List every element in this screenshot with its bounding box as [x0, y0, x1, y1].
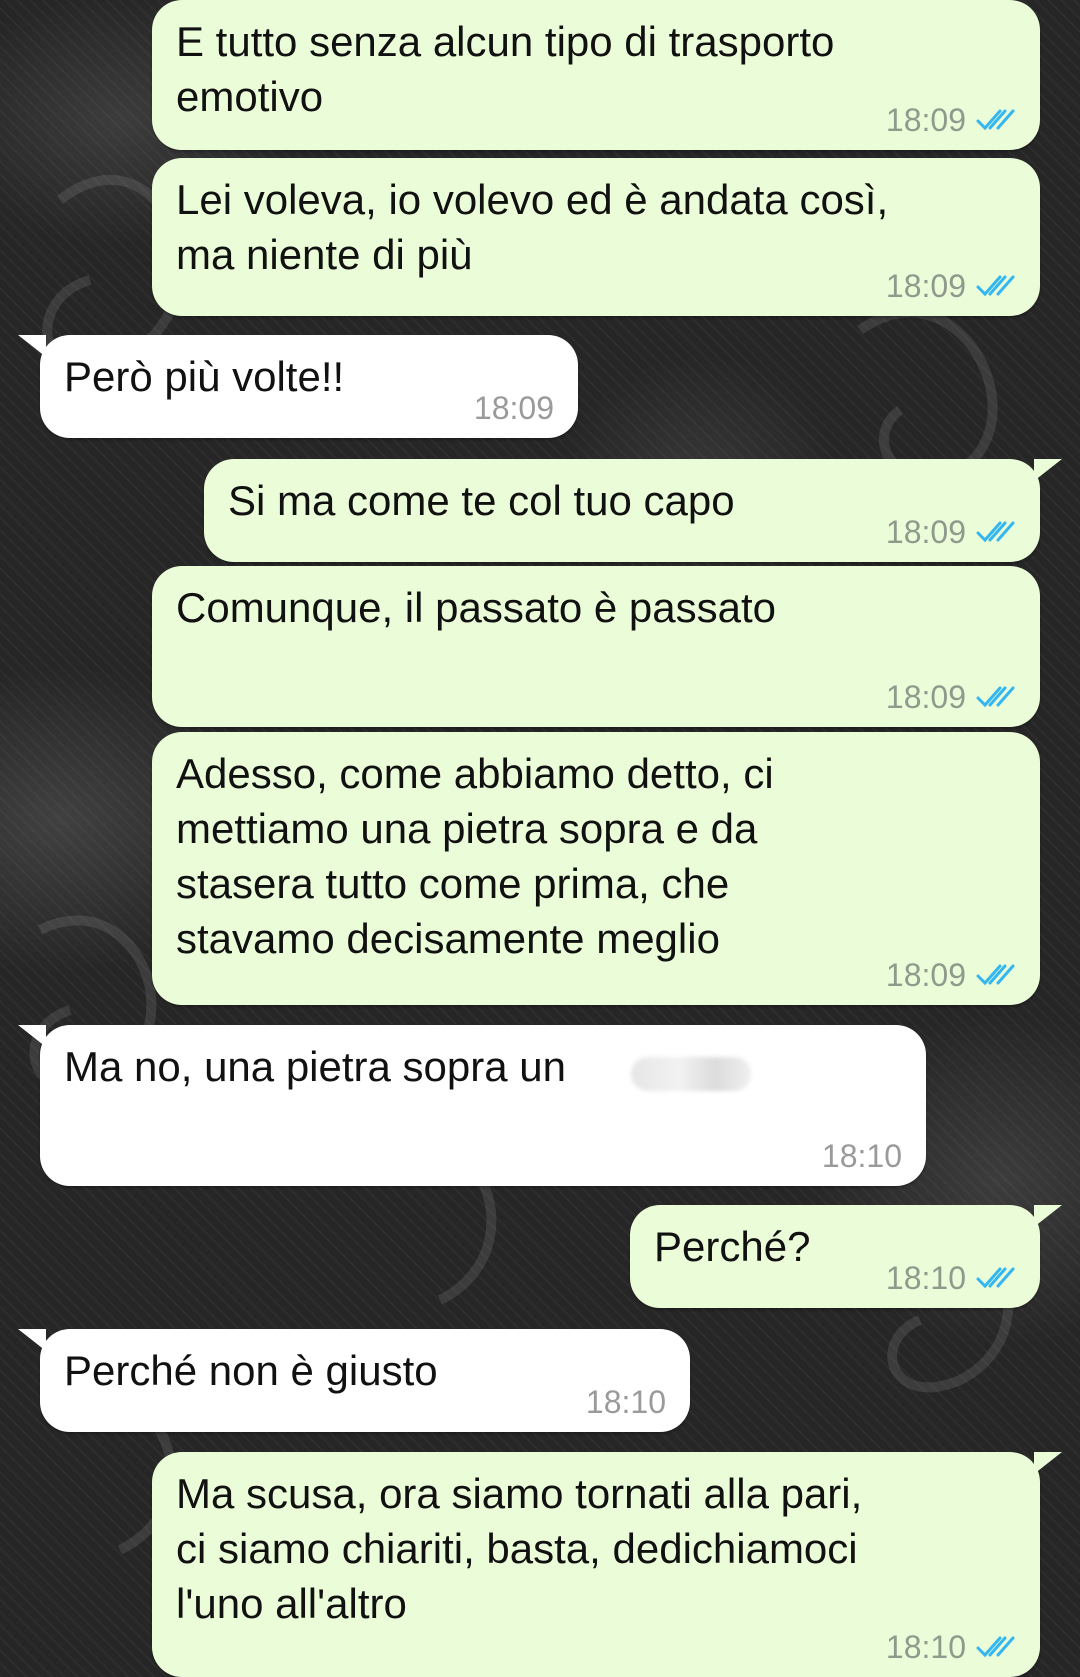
message-timestamp: 18:09	[885, 957, 966, 993]
outgoing-message-bubble[interactable]: Lei voleva, io volevo ed è andata così, …	[152, 158, 1040, 316]
message-text: Perché non è giusto	[64, 1347, 438, 1394]
message-timestamp: 18:10	[885, 1260, 966, 1296]
double-check-icon	[976, 964, 1015, 986]
message-timestamp: 18:09	[885, 102, 966, 138]
double-check-icon	[976, 521, 1015, 543]
message-timestamp: 18:10	[885, 1629, 966, 1665]
message-meta: 18:09	[886, 100, 1016, 140]
message-timestamp: 18:09	[885, 514, 966, 550]
message-text: Comunque, il passato è passato	[176, 584, 777, 631]
double-check-icon	[976, 686, 1015, 708]
message-meta: 18:09	[886, 677, 1016, 717]
outgoing-message-bubble[interactable]: Perché? 18:10	[630, 1205, 1062, 1308]
message-meta: 18:09	[886, 266, 1016, 306]
message-timestamp: 18:09	[473, 390, 554, 426]
message-timestamp: 18:09	[885, 679, 966, 715]
message-meta: 18:10	[886, 1258, 1016, 1298]
redacted-word	[631, 1057, 751, 1091]
message-timestamp: 18:10	[585, 1384, 666, 1420]
double-check-icon	[976, 109, 1015, 131]
message-meta: 18:10	[822, 1136, 902, 1176]
double-check-icon	[976, 275, 1015, 297]
double-check-icon	[976, 1267, 1015, 1289]
incoming-message-bubble[interactable]: Ma no, una pietra sopra un 18:10	[18, 1025, 926, 1186]
message-meta: 18:09	[886, 512, 1016, 552]
outgoing-message-bubble[interactable]: Ma scusa, ora siamo tornati alla pari, c…	[152, 1452, 1062, 1677]
outgoing-message-bubble[interactable]: Comunque, il passato è passato 18:09	[152, 566, 1040, 727]
message-text: Ma scusa, ora siamo tornati alla pari, c…	[176, 1470, 863, 1627]
message-text: Adesso, come abbiamo detto, ci mettiamo …	[176, 750, 774, 962]
message-timestamp: 18:10	[821, 1138, 902, 1174]
outgoing-message-bubble[interactable]: E tutto senza alcun tipo di trasporto em…	[152, 0, 1040, 150]
message-meta: 18:10	[886, 1627, 1016, 1667]
message-meta: 18:10	[586, 1382, 666, 1422]
incoming-message-bubble[interactable]: Perché non è giusto 18:10	[18, 1329, 690, 1432]
message-meta: 18:09	[886, 955, 1016, 995]
incoming-message-bubble[interactable]: Però più volte!! 18:09	[18, 335, 578, 438]
message-text: Ma no, una pietra sopra un	[64, 1043, 566, 1090]
double-check-icon	[976, 1636, 1015, 1658]
message-meta: 18:09	[474, 388, 554, 428]
outgoing-message-bubble[interactable]: Si ma come te col tuo capo 18:09	[204, 459, 1062, 562]
message-timestamp: 18:09	[885, 268, 966, 304]
outgoing-message-bubble[interactable]: Adesso, come abbiamo detto, ci mettiamo …	[152, 732, 1040, 1005]
